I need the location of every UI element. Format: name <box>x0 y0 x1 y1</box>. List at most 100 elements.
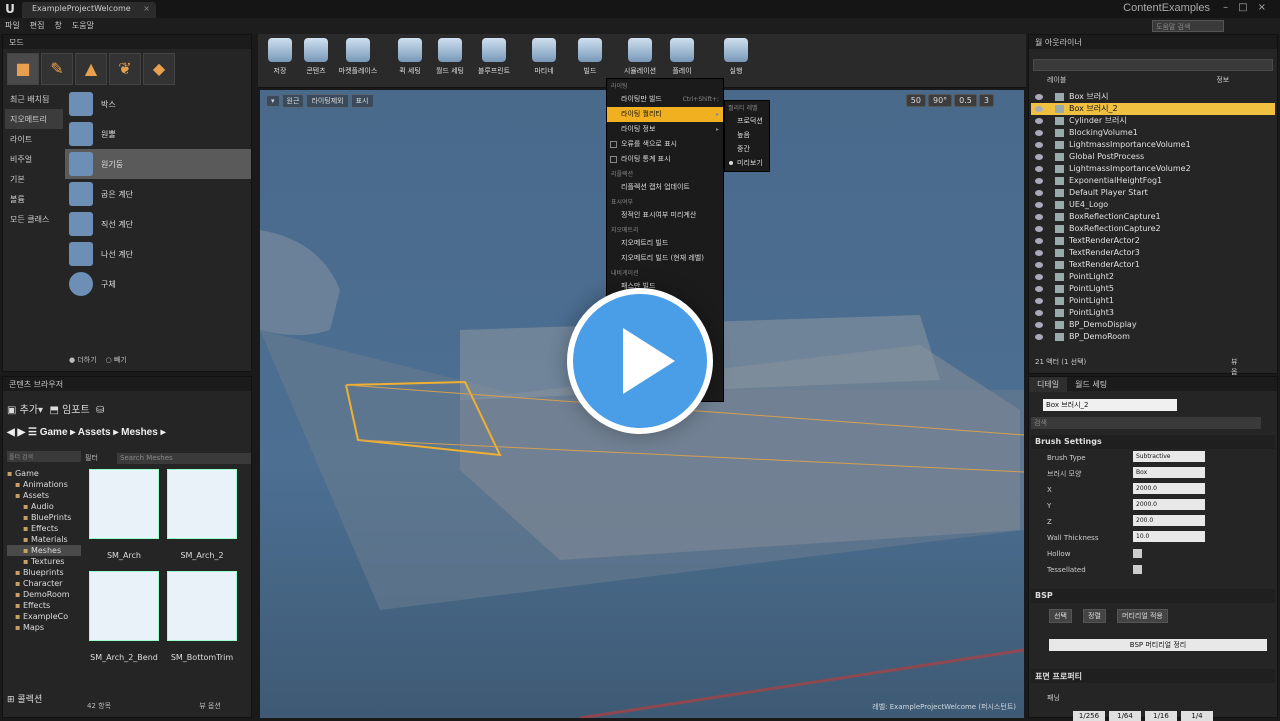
breadcrumb-assets[interactable]: Assets <box>78 427 111 438</box>
view-mode-button[interactable]: 라이팅제외 <box>306 94 349 108</box>
tree-folder[interactable]: ▪ Blueprints <box>7 567 81 578</box>
checkbox[interactable] <box>610 156 617 163</box>
scale-snap-value[interactable]: 0.5 <box>954 94 977 107</box>
bsp-select-button[interactable]: 선택 <box>1049 609 1072 623</box>
visibility-eye-icon[interactable] <box>1035 298 1043 304</box>
menu-lighting-quality[interactable]: 라이팅 퀄리티 ▸ <box>607 107 723 122</box>
actor-row[interactable]: Box 브러시_2 <box>1031 103 1275 115</box>
tree-folder[interactable]: ▪ Effects <box>7 523 81 534</box>
visibility-eye-icon[interactable] <box>1035 130 1043 136</box>
actor-row[interactable]: BP_DemoDisplay <box>1031 319 1275 331</box>
toolbar-button-blueprints[interactable]: 블루프린트 <box>472 38 516 76</box>
category-recent[interactable]: 최근 배치됨 <box>5 89 63 109</box>
breadcrumb-meshes[interactable]: Meshes <box>121 427 158 438</box>
video-play-button[interactable] <box>567 288 713 434</box>
viewport-menu-button[interactable]: ▾ <box>266 95 280 107</box>
save-all-icon[interactable]: ⛁ <box>96 405 104 416</box>
visibility-eye-icon[interactable] <box>1035 154 1043 160</box>
actor-row[interactable]: UE4_Logo <box>1031 199 1275 211</box>
shape-linear-stair[interactable]: 직선 계단 <box>65 209 251 239</box>
filter-button[interactable]: 필터 <box>85 453 98 463</box>
bsp-apply-material-button[interactable]: 머티리얼 적용 <box>1117 609 1168 623</box>
menu-precompute-visibility[interactable]: 정적인 표시여부 미리계산 <box>607 208 723 223</box>
visibility-eye-icon[interactable] <box>1035 118 1043 124</box>
grid-snap-value[interactable]: 50 <box>905 94 926 107</box>
tree-folder[interactable]: ▪ Audio <box>7 501 81 512</box>
asset-tile[interactable]: SM_Arch_2_Bend <box>87 571 161 662</box>
category-lights[interactable]: 라이트 <box>5 129 63 149</box>
shape-sphere[interactable]: 구체 <box>65 269 251 299</box>
visibility-eye-icon[interactable] <box>1035 94 1043 100</box>
quality-medium[interactable]: 중간 <box>725 142 769 156</box>
actor-row[interactable]: PointLight2 <box>1031 271 1275 283</box>
menu-build-lighting[interactable]: 라이팅만 빌드 Ctrl+Shift+; <box>607 92 723 107</box>
folder-search-input[interactable]: 폴더 검색 <box>7 451 81 462</box>
actor-row[interactable]: BoxReflectionCapture2 <box>1031 223 1275 235</box>
visibility-eye-icon[interactable] <box>1035 250 1043 256</box>
menu-build-geometry[interactable]: 지오메트리 빌드 <box>607 236 723 251</box>
menu-build-geometry-current[interactable]: 지오메트리 빌드 (현재 레벨) <box>607 251 723 266</box>
tree-folder[interactable]: ▪ Game <box>7 468 81 479</box>
asset-tile[interactable]: SM_Arch_2 <box>165 469 239 560</box>
menu-lighting-info[interactable]: 라이팅 정보 ▸ <box>607 122 723 137</box>
landscape-mode-icon[interactable]: ▲ <box>75 53 107 85</box>
asset-search-input[interactable]: Search Meshes <box>117 453 251 464</box>
toolbar-button-play[interactable]: 플레이 <box>660 38 704 76</box>
show-button[interactable]: 표시 <box>350 94 374 108</box>
toolbar-button-content[interactable]: 콘텐츠 <box>294 38 338 76</box>
window-controls[interactable]: –□× <box>1223 2 1276 13</box>
tab-world-settings[interactable]: 월드 세팅 <box>1067 377 1115 392</box>
shape-cone[interactable]: 원뿔 <box>65 119 251 149</box>
shape-box[interactable]: 박스 <box>65 89 251 119</box>
close-icon[interactable]: × <box>143 4 150 13</box>
visibility-eye-icon[interactable] <box>1035 190 1043 196</box>
column-label[interactable]: 레이블 <box>1047 76 1066 84</box>
menu-update-reflections[interactable]: 리플렉션 캡처 업데이트 <box>607 180 723 195</box>
place-mode-icon[interactable]: ■ <box>7 53 39 85</box>
tree-folder[interactable]: ▪ Maps <box>7 622 81 633</box>
visibility-eye-icon[interactable] <box>1035 214 1043 220</box>
breadcrumb-game[interactable]: Game <box>40 427 68 438</box>
visibility-eye-icon[interactable] <box>1035 274 1043 280</box>
asset-tile[interactable]: SM_Arch <box>87 469 161 560</box>
visibility-eye-icon[interactable] <box>1035 334 1043 340</box>
z-input[interactable]: 200.0 <box>1133 515 1205 526</box>
actor-row[interactable]: PointLight3 <box>1031 307 1275 319</box>
wall-thickness-input[interactable]: 10.0 <box>1133 531 1205 542</box>
tree-folder[interactable]: ▪ Assets <box>7 490 81 501</box>
actor-row[interactable]: LightmassImportanceVolume1 <box>1031 139 1275 151</box>
quality-preview[interactable]: 미리보기 <box>725 156 769 170</box>
x-input[interactable]: 2000.0 <box>1133 483 1205 494</box>
actor-row[interactable]: PointLight5 <box>1031 283 1275 295</box>
tree-folder[interactable]: ▪ Textures <box>7 556 81 567</box>
bsp-align-button[interactable]: 정렬 <box>1083 609 1106 623</box>
menu-edit[interactable]: 편집 <box>25 18 50 33</box>
toolbar-button-launch[interactable]: 실행 <box>714 38 758 76</box>
category-visual[interactable]: 비주얼 <box>5 149 63 169</box>
collections-toggle[interactable]: ⊞ 콜렉션 <box>7 692 42 705</box>
tree-folder[interactable]: ▪ Animations <box>7 479 81 490</box>
visibility-eye-icon[interactable] <box>1035 238 1043 244</box>
hollow-checkbox[interactable] <box>1133 549 1142 558</box>
visibility-eye-icon[interactable] <box>1035 178 1043 184</box>
geometry-edit-mode-icon[interactable]: ◆ <box>143 53 175 85</box>
additive-radio[interactable]: 더하기 <box>77 356 96 364</box>
tree-folder[interactable]: ▪ Meshes <box>7 545 81 556</box>
visibility-eye-icon[interactable] <box>1035 322 1043 328</box>
visibility-eye-icon[interactable] <box>1035 262 1043 268</box>
actor-row[interactable]: BlockingVolume1 <box>1031 127 1275 139</box>
actor-row[interactable]: Default Player Start <box>1031 187 1275 199</box>
subtractive-radio[interactable]: 빼기 <box>114 356 127 364</box>
camera-speed-value[interactable]: 3 <box>978 94 994 107</box>
quality-production[interactable]: 프로덕션 <box>725 114 769 128</box>
toolbar-button-marketplace[interactable]: 마켓플레이스 <box>336 38 380 76</box>
category-geometry[interactable]: 지오메트리 <box>5 109 63 129</box>
tree-folder[interactable]: ▪ ExampleCo <box>7 611 81 622</box>
visibility-eye-icon[interactable] <box>1035 202 1043 208</box>
view-options-button[interactable]: 뷰 옵션 <box>199 702 221 710</box>
visibility-eye-icon[interactable] <box>1035 106 1043 112</box>
menu-error-coloring[interactable]: 오류를 색으로 표시 <box>607 137 723 152</box>
tessellated-checkbox[interactable] <box>1133 565 1142 574</box>
quality-high[interactable]: 높음 <box>725 128 769 142</box>
visibility-eye-icon[interactable] <box>1035 166 1043 172</box>
